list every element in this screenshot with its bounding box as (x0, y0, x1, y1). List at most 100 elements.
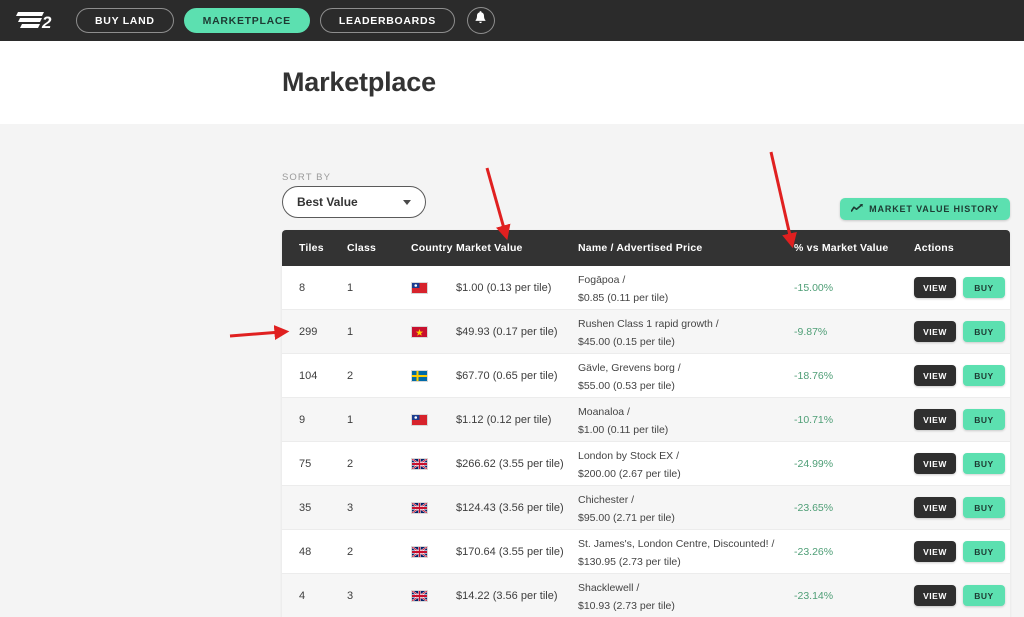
cell-name: Fogāpoa / (578, 273, 626, 286)
cell-actions: VIEW BUY (914, 497, 1010, 518)
sort-by-value: Best Value (297, 195, 358, 209)
cell-tiles: 8 (299, 281, 306, 294)
cell-country-flag-taiwan (411, 413, 456, 426)
table-row[interactable]: 35 3 $124.43 (3.56 per tile) Chichester / $9… (282, 486, 1010, 530)
cell-tiles: 48 (299, 545, 312, 558)
table-row[interactable]: 9 1 $1.12 (0.12 per tile) Moanaloa / $1.00 (… (282, 398, 1010, 442)
e2-logo-icon[interactable]: 2 (14, 8, 58, 34)
svg-text:2: 2 (41, 13, 52, 32)
cell-pct-vs-market-value: -18.76% (794, 369, 834, 382)
column-header-market-value[interactable]: Market Value (456, 242, 578, 254)
cell-name-price: Shacklewell / $10.93 (2.73 per tile) (578, 578, 794, 614)
buy-button[interactable]: BUY (963, 541, 1005, 562)
view-button[interactable]: VIEW (914, 409, 956, 430)
column-header-tiles[interactable]: Tiles (299, 242, 347, 254)
cell-class: 2 (347, 545, 354, 558)
column-header-name-price[interactable]: Name / Advertised Price (578, 242, 794, 254)
nav-item-marketplace-label: MARKETPLACE (202, 14, 291, 27)
cell-country-flag-uk (411, 457, 456, 470)
cell-class: 3 (347, 589, 354, 602)
cell-actions: VIEW BUY (914, 585, 1010, 606)
view-button[interactable]: VIEW (914, 497, 956, 518)
nav-item-buy-land-label: BUY LAND (95, 14, 155, 27)
cell-market-value: $170.64 (3.55 per tile) (456, 545, 564, 558)
table-row[interactable]: 8 1 $1.00 (0.13 per tile) Fogāpoa / $0.85 (0… (282, 266, 1010, 310)
cell-market-value: $49.93 (0.17 per tile) (456, 325, 558, 338)
view-button[interactable]: VIEW (914, 365, 956, 386)
marketplace-table: Tiles Class Country Market Value Name / … (282, 230, 1010, 617)
top-navigation-bar: 2 BUY LAND MARKETPLACE LEADERBOARDS (0, 0, 1024, 41)
cell-market-value: $67.70 (0.65 per tile) (456, 369, 558, 382)
cell-name-price: Fogāpoa / $0.85 (0.11 per tile) (578, 270, 794, 306)
cell-pct-vs-market-value: -24.99% (794, 457, 834, 470)
cell-pct-vs-market-value: -23.65% (794, 501, 834, 514)
cell-name-price: Chichester / $95.00 (2.71 per tile) (578, 490, 794, 526)
table-row[interactable]: 75 2 $266.62 (3.55 per tile) London by Stoc… (282, 442, 1010, 486)
cell-actions: VIEW BUY (914, 321, 1010, 342)
table-row[interactable]: 104 2 $67.70 (0.65 per tile) Gävle, Grevens… (282, 354, 1010, 398)
buy-button[interactable]: BUY (963, 453, 1005, 474)
cell-tiles: 75 (299, 457, 312, 470)
cell-name: Chichester / (578, 493, 635, 506)
cell-name-price: St. James's, London Centre, Discounted! … (578, 534, 794, 570)
trending-chart-icon (850, 200, 863, 218)
bell-icon (474, 11, 487, 30)
view-button[interactable]: VIEW (914, 321, 956, 342)
buy-button[interactable]: BUY (963, 497, 1005, 518)
market-value-history-label: MARKET VALUE HISTORY (869, 204, 999, 214)
column-header-pct-vs-market-value[interactable]: % vs Market Value (794, 242, 914, 254)
cell-tiles: 299 (299, 325, 318, 338)
buy-button[interactable]: BUY (963, 585, 1005, 606)
cell-country-flag-sweden (411, 369, 456, 382)
cell-advertised-price: $130.95 (2.73 per tile) (578, 555, 681, 568)
sort-by-label: SORT BY (282, 172, 332, 183)
cell-advertised-price: $0.85 (0.11 per tile) (578, 291, 669, 304)
cell-country-flag-uk (411, 545, 456, 558)
nav-item-buy-land[interactable]: BUY LAND (76, 8, 174, 33)
market-value-history-button[interactable]: MARKET VALUE HISTORY (840, 198, 1010, 220)
cell-pct-vs-market-value: -23.26% (794, 545, 834, 558)
cell-class: 1 (347, 325, 354, 338)
buy-button[interactable]: BUY (963, 277, 1005, 298)
column-header-class[interactable]: Class (347, 242, 411, 254)
cell-advertised-price: $95.00 (2.71 per tile) (578, 511, 675, 524)
sort-by-select[interactable]: Best Value (282, 186, 426, 218)
cell-tiles: 4 (299, 589, 306, 602)
view-button[interactable]: VIEW (914, 453, 956, 474)
cell-market-value: $14.22 (3.56 per tile) (456, 589, 558, 602)
cell-pct-vs-market-value: -10.71% (794, 413, 834, 426)
cell-pct-vs-market-value: -23.14% (794, 589, 834, 602)
cell-actions: VIEW BUY (914, 365, 1010, 386)
table-row[interactable]: 48 2 $170.64 (3.55 per tile) St. James's, L… (282, 530, 1010, 574)
nav-item-leaderboards[interactable]: LEADERBOARDS (319, 8, 455, 33)
cell-pct-vs-market-value: -9.87% (794, 325, 828, 338)
cell-actions: VIEW BUY (914, 541, 1010, 562)
cell-advertised-price: $55.00 (0.53 per tile) (578, 379, 675, 392)
cell-class: 3 (347, 501, 354, 514)
cell-advertised-price: $45.00 (0.15 per tile) (578, 335, 675, 348)
view-button[interactable]: VIEW (914, 541, 956, 562)
view-button[interactable]: VIEW (914, 585, 956, 606)
table-row[interactable]: 299 1 $49.93 (0.17 per tile) Rushen Class 1… (282, 310, 1010, 354)
column-header-country[interactable]: Country (411, 242, 456, 254)
table-body: 8 1 $1.00 (0.13 per tile) Fogāpoa / $0.85 (0… (282, 266, 1010, 617)
cell-tiles: 104 (299, 369, 318, 382)
cell-class: 2 (347, 457, 354, 470)
cell-name: Shacklewell / (578, 581, 640, 594)
nav-item-marketplace[interactable]: MARKETPLACE (183, 8, 310, 33)
notifications-button[interactable] (466, 7, 495, 34)
buy-button[interactable]: BUY (963, 321, 1005, 342)
cell-tiles: 35 (299, 501, 312, 514)
controls-row: SORT BY Best Value MARKET VALUE HISTORY (282, 124, 1010, 230)
cell-country-flag-uk (411, 501, 456, 514)
buy-button[interactable]: BUY (963, 365, 1005, 386)
buy-button[interactable]: BUY (963, 409, 1005, 430)
main-content-area: SORT BY Best Value MARKET VALUE HISTORY … (0, 124, 1024, 617)
view-button[interactable]: VIEW (914, 277, 956, 298)
cell-class: 1 (347, 281, 354, 294)
cell-name: London by Stock EX / (578, 449, 679, 462)
cell-market-value: $1.12 (0.12 per tile) (456, 413, 552, 426)
cell-name-price: Gävle, Grevens borg / $55.00 (0.53 per ti… (578, 358, 794, 394)
cell-name-price: Moanaloa / $1.00 (0.11 per tile) (578, 402, 794, 438)
table-row[interactable]: 4 3 $14.22 (3.56 per tile) Shacklewell / $10… (282, 574, 1010, 617)
